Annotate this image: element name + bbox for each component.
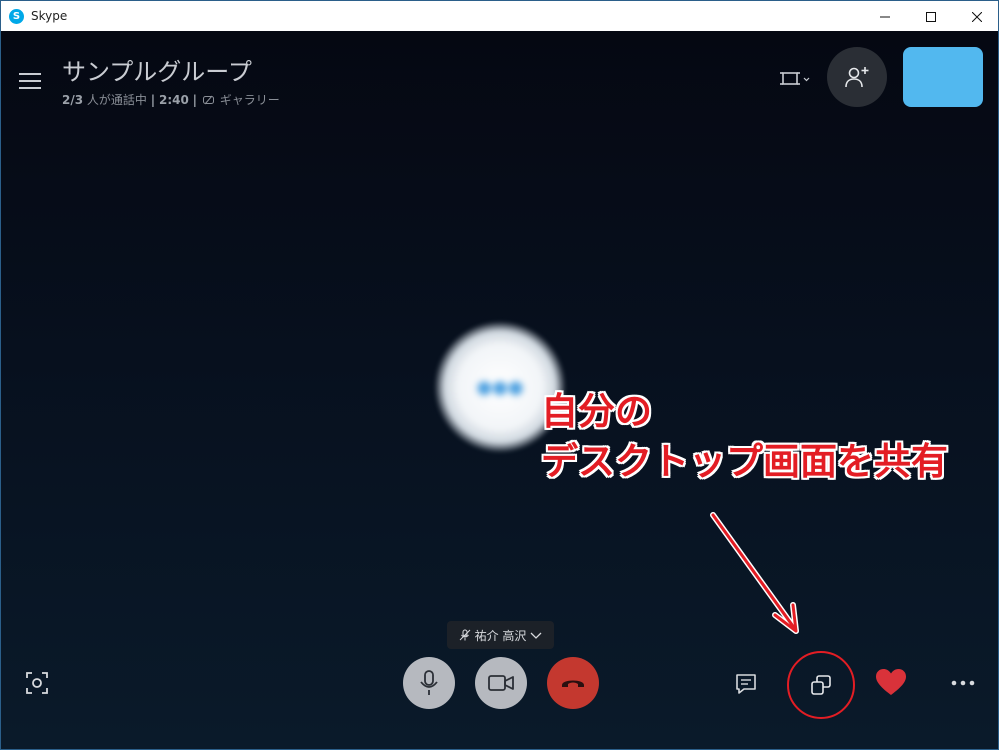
status-text: 人が通話中: [86, 93, 147, 107]
call-duration: 2:40: [158, 93, 189, 107]
close-icon: [972, 11, 982, 22]
annotation-text: 自分の デスクトップ画面を共有: [541, 387, 948, 487]
minimize-icon: [880, 16, 890, 17]
minimize-button[interactable]: [862, 1, 908, 32]
mic-muted-icon: [459, 629, 470, 641]
close-button[interactable]: [954, 1, 999, 32]
participant-count: 2/3: [62, 93, 84, 107]
hangup-icon: [562, 680, 584, 687]
share-screen-button[interactable]: [787, 651, 855, 719]
chevron-down-icon: [530, 632, 542, 639]
self-video-preview[interactable]: [903, 47, 983, 107]
add-participant-button[interactable]: [827, 47, 887, 107]
call-status: 2/3 人が通話中 | 2:40 | ギャラリー: [62, 91, 280, 108]
mic-icon: [420, 670, 438, 695]
skype-logo-icon: S: [9, 9, 24, 24]
view-mode: ギャラリー: [219, 93, 280, 107]
hangup-button[interactable]: [547, 657, 599, 709]
separator: |: [150, 93, 156, 107]
maximize-icon: [926, 11, 936, 22]
annotation-arrow: [710, 512, 799, 634]
more-icon: [951, 680, 975, 686]
screenshot-icon: [26, 672, 48, 694]
active-speaker-chip[interactable]: 祐介 高沢: [447, 621, 554, 649]
annotation-line-2: デスクトップ画面を共有: [541, 440, 948, 483]
title-bar: S Skype: [0, 0, 999, 31]
add-person-icon: [845, 67, 869, 88]
gallery-icon: [202, 95, 214, 105]
more-options-button[interactable]: [946, 671, 980, 695]
menu-icon: [19, 73, 41, 89]
reaction-button[interactable]: [873, 666, 909, 698]
video-button[interactable]: [475, 657, 527, 709]
group-title: サンプルグループ: [62, 58, 252, 86]
layout-button[interactable]: [777, 66, 813, 92]
microphone-button[interactable]: [403, 657, 455, 709]
layout-icon: [780, 72, 810, 85]
share-screen-icon: [811, 675, 831, 695]
heart-icon: [876, 669, 906, 695]
call-view: サンプルグループ 2/3 人が通話中 | 2:40 | ギャラリー ●●● 自分…: [0, 31, 999, 750]
chat-button[interactable]: [731, 669, 761, 699]
video-icon: [488, 675, 514, 691]
screenshot-button[interactable]: [23, 669, 51, 697]
separator: |: [192, 93, 198, 107]
maximize-button[interactable]: [908, 1, 954, 32]
annotation-line-1: 自分の: [541, 390, 652, 433]
menu-button[interactable]: [19, 71, 41, 91]
avatar-blurred-initials: ●●●: [476, 376, 524, 398]
chat-icon: [736, 674, 756, 694]
speaker-name: 祐介 高沢: [474, 628, 527, 643]
window-title: Skype: [31, 9, 68, 23]
